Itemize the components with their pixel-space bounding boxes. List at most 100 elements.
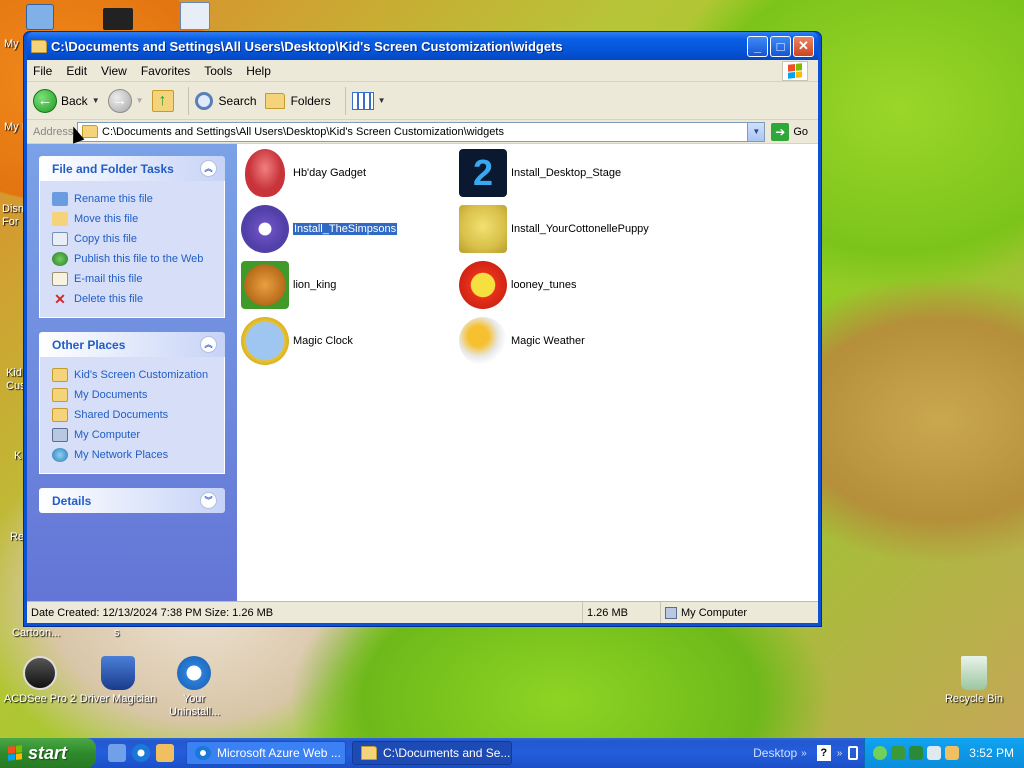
donut-icon bbox=[241, 205, 289, 253]
desktop-icon-label[interactable]: Cartoon... bbox=[12, 627, 60, 639]
desktop-icon-label[interactable]: s bbox=[114, 627, 120, 639]
place-my-computer[interactable]: My Computer bbox=[52, 425, 214, 445]
desktop-icon-label[interactable]: Kid Cus bbox=[6, 367, 26, 393]
file-item[interactable]: Hb'day Gadget bbox=[241, 148, 366, 198]
status-info: Date Created: 12/13/2024 7:38 PM Size: 1… bbox=[27, 602, 583, 623]
place-shared-documents[interactable]: Shared Documents bbox=[52, 405, 214, 425]
desktop-toolbar[interactable]: Desktop » ? » bbox=[753, 745, 859, 761]
menu-view[interactable]: View bbox=[101, 64, 127, 78]
app-icon[interactable] bbox=[156, 744, 174, 762]
desktop-icon-label[interactable]: My I bbox=[4, 121, 25, 133]
menu-help[interactable]: Help bbox=[246, 64, 271, 78]
desktop-icon-recycle-bin[interactable]: Recycle Bin bbox=[934, 656, 1014, 705]
file-item[interactable]: looney_tunes bbox=[459, 260, 576, 310]
desktop-icon-label[interactable]: Disn For bbox=[2, 203, 24, 229]
app-icon[interactable] bbox=[103, 8, 133, 30]
internet-explorer-icon[interactable] bbox=[132, 744, 150, 762]
desktop-icon-acdsee[interactable]: ACDSee Pro 2 bbox=[0, 656, 80, 705]
panel-header[interactable]: File and Folder Tasks ︽ bbox=[39, 156, 225, 181]
windows-flag-icon bbox=[8, 745, 22, 761]
collapse-chevron-icon[interactable]: ︽ bbox=[200, 336, 217, 353]
show-desktop-icon[interactable] bbox=[108, 744, 126, 762]
file-item-selected[interactable]: Install_TheSimpsons bbox=[241, 204, 399, 254]
desktop-icon-driver-magician[interactable]: Driver Magician bbox=[78, 656, 158, 705]
collapse-chevron-icon[interactable]: ︽ bbox=[200, 160, 217, 177]
folders-button[interactable]: Folders bbox=[264, 92, 331, 109]
place-my-documents[interactable]: My Documents bbox=[52, 385, 214, 405]
tray-icon[interactable] bbox=[873, 746, 888, 760]
uninstaller-icon bbox=[177, 656, 211, 690]
lion-icon bbox=[241, 261, 289, 309]
folder-icon bbox=[361, 746, 377, 760]
place-kids-screen[interactable]: Kid's Screen Customization bbox=[52, 365, 214, 385]
desktop-icon-your-uninstaller[interactable]: Your Uninstall... bbox=[154, 656, 234, 719]
panel-header[interactable]: Other Places ︽ bbox=[39, 332, 225, 357]
place-my-network[interactable]: My Network Places bbox=[52, 445, 214, 465]
delete-x-icon: ✕ bbox=[54, 291, 66, 307]
task-move[interactable]: Move this file bbox=[52, 209, 214, 229]
taskbar: start Microsoft Azure Web ... C:\Documen… bbox=[0, 738, 1024, 768]
go-button[interactable]: ➔ Go bbox=[771, 122, 808, 141]
views-button[interactable]: ▼ bbox=[351, 91, 386, 110]
looney-tunes-icon bbox=[459, 261, 507, 309]
tray-icon[interactable] bbox=[927, 746, 942, 760]
desktop-icon-label[interactable]: Re bbox=[10, 531, 24, 543]
file-item[interactable]: 2 Install_Desktop_Stage bbox=[459, 148, 621, 198]
task-copy[interactable]: Copy this file bbox=[52, 229, 214, 249]
tray-icon[interactable] bbox=[891, 746, 906, 760]
task-rename[interactable]: Rename this file bbox=[52, 189, 214, 209]
window-title: C:\Documents and Settings\All Users\Desk… bbox=[51, 38, 563, 54]
menu-tools[interactable]: Tools bbox=[204, 64, 232, 78]
status-zone: My Computer bbox=[661, 602, 818, 623]
task-email[interactable]: E-mail this file bbox=[52, 269, 214, 289]
maximize-button[interactable]: □ bbox=[770, 35, 791, 57]
search-label: Search bbox=[218, 93, 257, 108]
shared-folder-icon bbox=[52, 408, 68, 422]
panel-title: Other Places bbox=[52, 337, 126, 352]
up-folder-button[interactable]: ↑ bbox=[151, 89, 174, 112]
globe-icon bbox=[52, 252, 68, 266]
task-label: Move this file bbox=[74, 213, 139, 225]
windows-flag-icon bbox=[782, 60, 808, 81]
dropdown-arrow-icon[interactable]: ▼ bbox=[92, 96, 100, 105]
tray-icon[interactable] bbox=[909, 746, 924, 760]
address-input[interactable]: C:\Documents and Settings\All Users\Desk… bbox=[77, 121, 766, 142]
close-button[interactable]: ✕ bbox=[793, 35, 814, 57]
explorer-window[interactable]: C:\Documents and Settings\All Users\Desk… bbox=[23, 31, 822, 627]
chevron-icon[interactable]: » bbox=[801, 748, 807, 759]
expand-chevron-icon[interactable]: ︾ bbox=[200, 492, 217, 509]
file-item[interactable]: lion_king bbox=[241, 260, 336, 310]
task-publish[interactable]: Publish this file to the Web bbox=[52, 249, 214, 269]
panel-title: File and Folder Tasks bbox=[52, 161, 174, 176]
taskbar-button-explorer[interactable]: C:\Documents and Se... bbox=[352, 741, 512, 765]
status-bar: Date Created: 12/13/2024 7:38 PM Size: 1… bbox=[27, 601, 818, 623]
window-titlebar[interactable]: C:\Documents and Settings\All Users\Desk… bbox=[27, 32, 818, 60]
search-button[interactable]: Search bbox=[194, 91, 257, 110]
app-icon[interactable] bbox=[180, 2, 210, 30]
file-item[interactable]: Install_YourCottonellePuppy bbox=[459, 204, 649, 254]
volume-icon[interactable] bbox=[848, 746, 859, 760]
tray-icon[interactable] bbox=[945, 746, 960, 760]
taskbar-button-azure[interactable]: Microsoft Azure Web ... bbox=[186, 741, 346, 765]
file-list[interactable]: Hb'day Gadget 2 Install_Desktop_Stage In… bbox=[237, 144, 818, 601]
menu-favorites[interactable]: Favorites bbox=[141, 64, 190, 78]
back-button[interactable]: ← Back ▼ bbox=[33, 88, 100, 113]
file-item[interactable]: Magic Weather bbox=[459, 316, 585, 366]
minimize-button[interactable]: _ bbox=[747, 35, 768, 57]
file-name: Install_Desktop_Stage bbox=[511, 167, 622, 179]
desktop-icon-label[interactable]: K bbox=[14, 450, 21, 462]
forward-button[interactable]: → ▼ bbox=[107, 88, 144, 113]
address-dropdown-icon[interactable]: ▼ bbox=[747, 122, 765, 141]
chevron-icon[interactable]: » bbox=[837, 748, 843, 759]
dropdown-arrow-icon[interactable]: ▼ bbox=[136, 96, 144, 105]
panel-header[interactable]: Details ︾ bbox=[39, 488, 225, 513]
desktop-icon-label[interactable]: My bbox=[4, 38, 19, 50]
clock[interactable]: 3:52 PM bbox=[969, 746, 1014, 760]
file-item[interactable]: Magic Clock bbox=[241, 316, 353, 366]
start-button[interactable]: start bbox=[0, 738, 96, 768]
menu-file[interactable]: File bbox=[33, 64, 52, 78]
menu-edit[interactable]: Edit bbox=[66, 64, 87, 78]
help-icon[interactable]: ? bbox=[816, 745, 831, 761]
task-delete[interactable]: ✕ Delete this file bbox=[52, 289, 214, 309]
my-documents-icon[interactable] bbox=[26, 4, 54, 30]
